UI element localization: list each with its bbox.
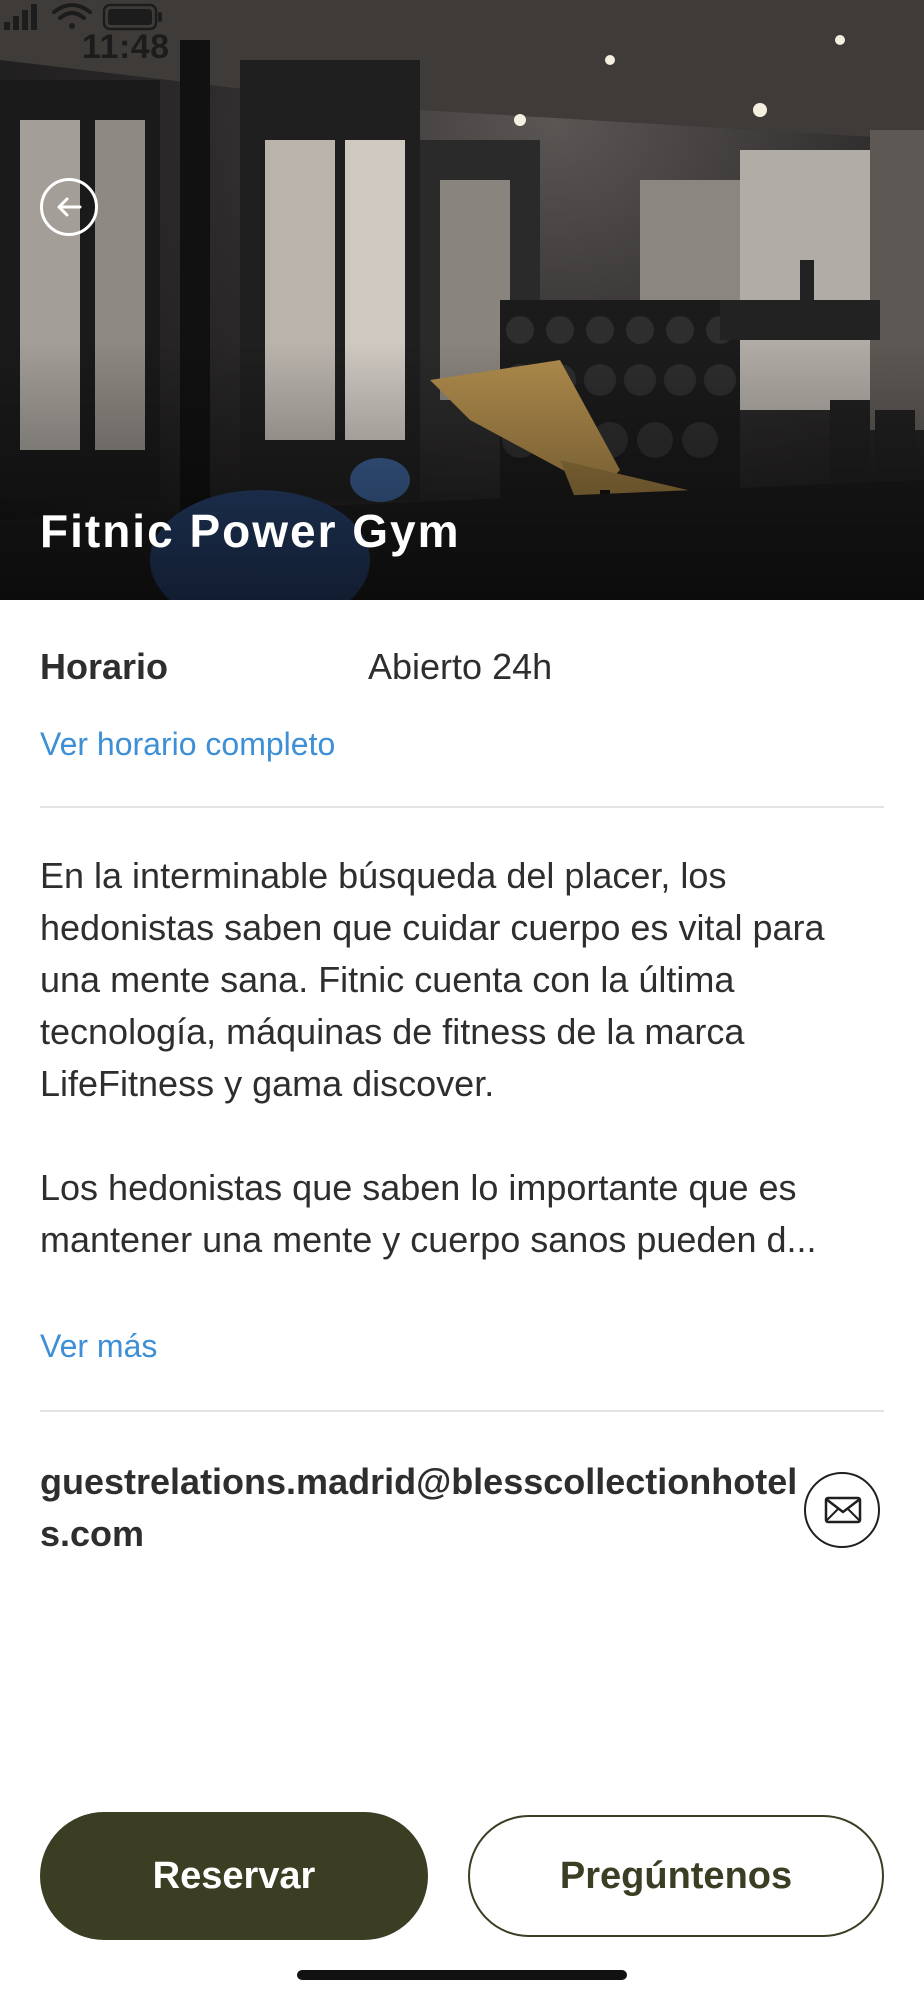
battery-icon [102,3,162,31]
description-paragraph: Los hedonistas que saben lo importante q… [40,1167,817,1260]
hero-gradient [0,340,924,600]
see-more-link[interactable]: Ver más [40,1328,157,1365]
status-time: 11:48 [82,28,170,66]
envelope-icon [824,1496,862,1524]
reserve-button[interactable]: Reservar [40,1812,428,1940]
description: En la interminable búsqueda del placer, … [40,850,890,1266]
schedule-value: Abierto 24h [368,646,553,687]
description-paragraph: En la interminable búsqueda del placer, … [40,855,825,1104]
divider [40,806,884,808]
full-schedule-link[interactable]: Ver horario completo [40,726,335,763]
back-button[interactable] [40,178,98,236]
hero-image: 11:48 Fitnic Power Gym [0,0,924,600]
home-indicator[interactable] [297,1970,627,1980]
send-email-button[interactable] [804,1472,880,1548]
wifi-icon [52,3,92,29]
contact-email: guestrelations.madrid@blesscollectionhot… [40,1461,798,1554]
divider [40,1410,884,1412]
page-title: Fitnic Power Gym [40,505,461,557]
status-icons [4,3,162,31]
back-arrow-icon [57,197,82,217]
schedule-label: Horario [40,646,169,687]
signal-icon [4,4,37,30]
ask-us-button[interactable]: Pregúntenos [468,1815,884,1937]
